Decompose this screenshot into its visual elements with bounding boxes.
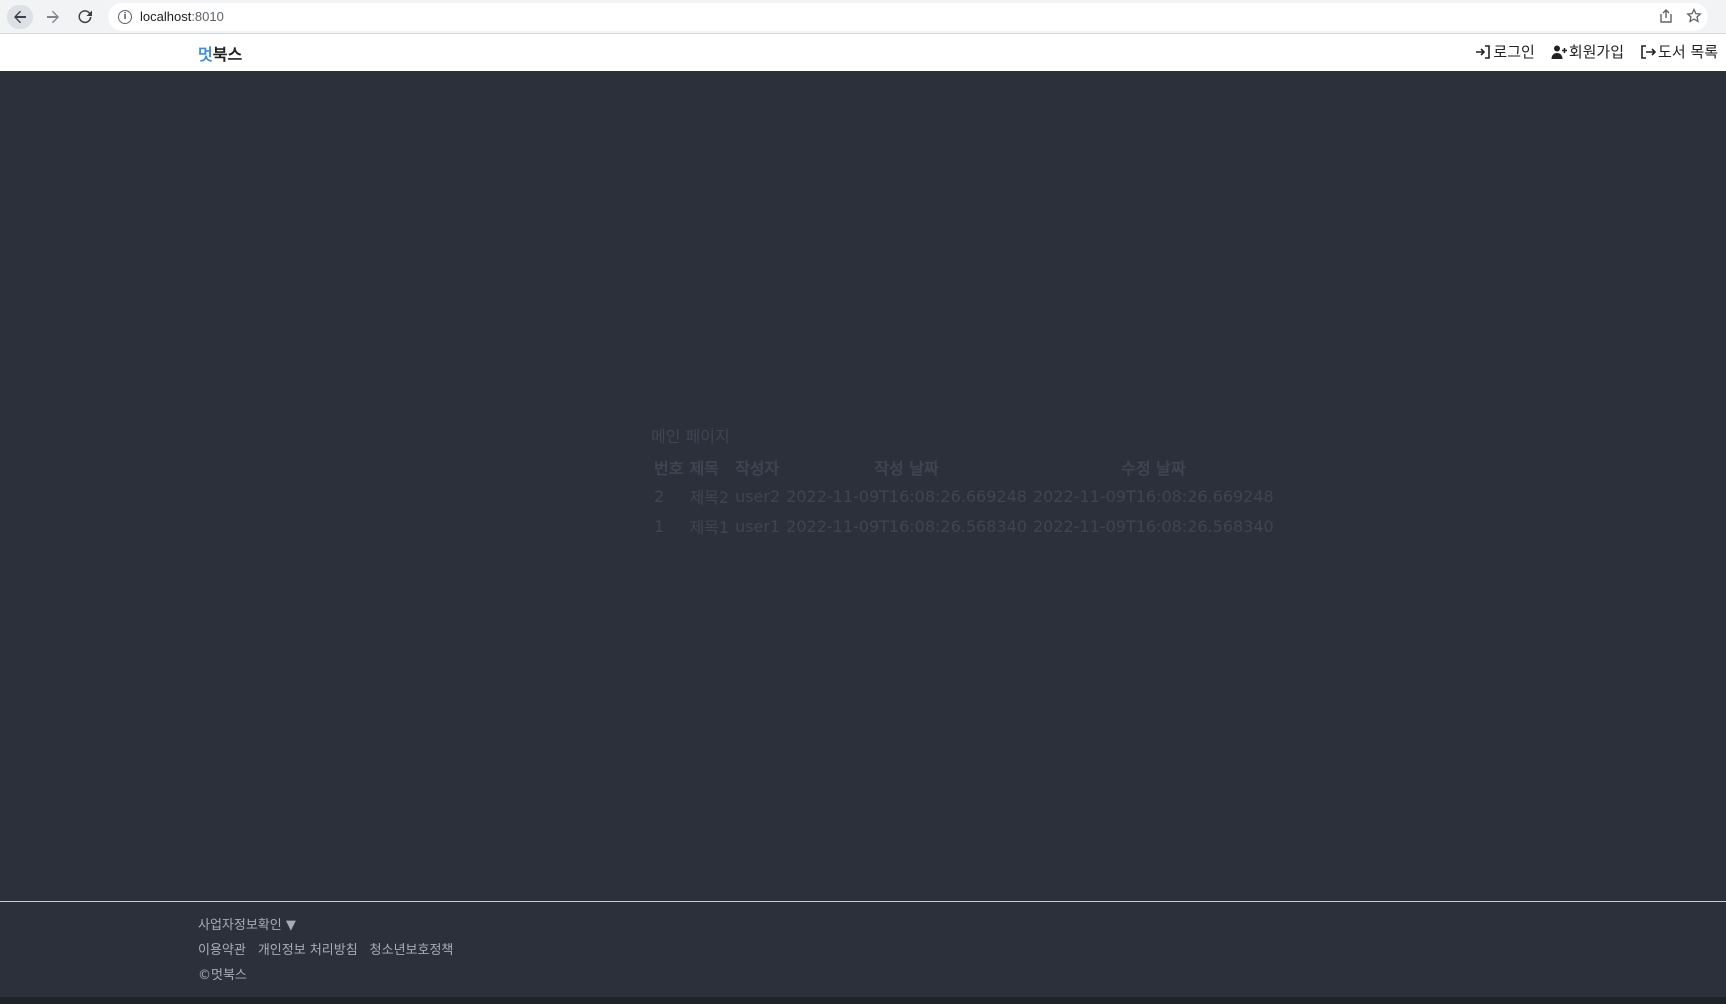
- browser-toolbar: i localhost:8010: [0, 0, 1726, 34]
- site-info-icon[interactable]: i: [118, 10, 132, 24]
- signup-link[interactable]: 회원가입: [1551, 41, 1624, 62]
- business-info-toggle[interactable]: 사업자정보확인 ▼: [198, 914, 296, 933]
- cell-modified: 2022-11-09T16:08:26.568340: [1032, 516, 1274, 536]
- cell-title[interactable]: 제목2: [686, 481, 732, 511]
- cell-number: 2: [654, 486, 665, 506]
- signup-label: 회원가입: [1568, 43, 1625, 61]
- login-link[interactable]: 로그인: [1475, 41, 1535, 62]
- user-plus-icon: [1551, 45, 1567, 59]
- logo-text: 북스: [212, 45, 243, 64]
- main-area: 메인 페이지 번호 제목 작성자 작성 날짜 수정 날짜 2 제목2 user2…: [0, 71, 1726, 901]
- site-header: 멋북스 로그인 회원가입 도서 목록: [0, 34, 1726, 71]
- login-label: 로그인: [1493, 43, 1535, 61]
- privacy-policy-link[interactable]: 개인정보 처리방침: [258, 939, 358, 958]
- footer-links: 이용약관 개인정보 처리방침 청소년보호정책: [198, 939, 453, 958]
- url-port: :8010: [191, 9, 224, 24]
- back-arrow-icon[interactable]: [7, 5, 33, 29]
- login-icon: [1476, 44, 1491, 59]
- url-text[interactable]: localhost:8010: [140, 9, 224, 24]
- top-nav: 로그인 회원가입 도서 목록: [1475, 41, 1718, 62]
- share-icon[interactable]: [1658, 8, 1674, 28]
- logo-accent: 멋: [198, 45, 213, 64]
- column-header-title: 제목: [689, 459, 719, 478]
- copyright: ©멋북스: [198, 968, 247, 983]
- table-header-row: 번호 제목 작성자 작성 날짜 수정 날짜: [651, 453, 1277, 481]
- youth-policy-link[interactable]: 청소년보호정책: [370, 939, 454, 958]
- forward-arrow-icon[interactable]: [40, 5, 66, 29]
- table-row[interactable]: 2 제목2 user2 2022-11-09T16:08:26.669248 2…: [651, 481, 1277, 511]
- cell-number: 1: [654, 516, 665, 536]
- cell-created: 2022-11-09T16:08:26.669248: [786, 486, 1027, 506]
- post-table: 번호 제목 작성자 작성 날짜 수정 날짜 2 제목2 user2 2022-1…: [651, 453, 1277, 541]
- address-bar[interactable]: i localhost:8010: [108, 3, 1708, 31]
- bookmark-star-icon[interactable]: [1686, 7, 1702, 28]
- cell-title[interactable]: 제목1: [686, 511, 732, 541]
- cell-modified: 2022-11-09T16:08:26.669248: [1032, 486, 1274, 506]
- logout-icon: [1641, 44, 1657, 59]
- taskbar-strip: [0, 997, 1726, 1004]
- column-header-modified: 수정 날짜: [1121, 459, 1186, 478]
- column-header-author: 작성자: [735, 459, 780, 478]
- book-list-label: 도서 목록: [1658, 43, 1718, 61]
- book-list-link[interactable]: 도서 목록: [1640, 41, 1718, 62]
- table-row[interactable]: 1 제목1 user1 2022-11-09T16:08:26.568340 2…: [651, 511, 1277, 541]
- site-logo[interactable]: 멋북스: [198, 41, 242, 65]
- column-header-created: 작성 날짜: [874, 459, 939, 478]
- site-footer: 사업자정보확인 ▼ 이용약관 개인정보 처리방침 청소년보호정책 ©멋북스: [0, 901, 1726, 997]
- page-title: 메인 페이지: [651, 427, 730, 446]
- terms-link[interactable]: 이용약관: [198, 939, 246, 958]
- main-content: 메인 페이지 번호 제목 작성자 작성 날짜 수정 날짜 2 제목2 user2…: [651, 423, 1277, 541]
- cell-created: 2022-11-09T16:08:26.568340: [786, 516, 1027, 536]
- column-header-number: 번호: [654, 459, 684, 478]
- url-host: localhost: [140, 9, 192, 24]
- reload-icon[interactable]: [72, 5, 98, 29]
- cell-author: user2: [735, 486, 781, 506]
- cell-author: user1: [735, 516, 781, 536]
